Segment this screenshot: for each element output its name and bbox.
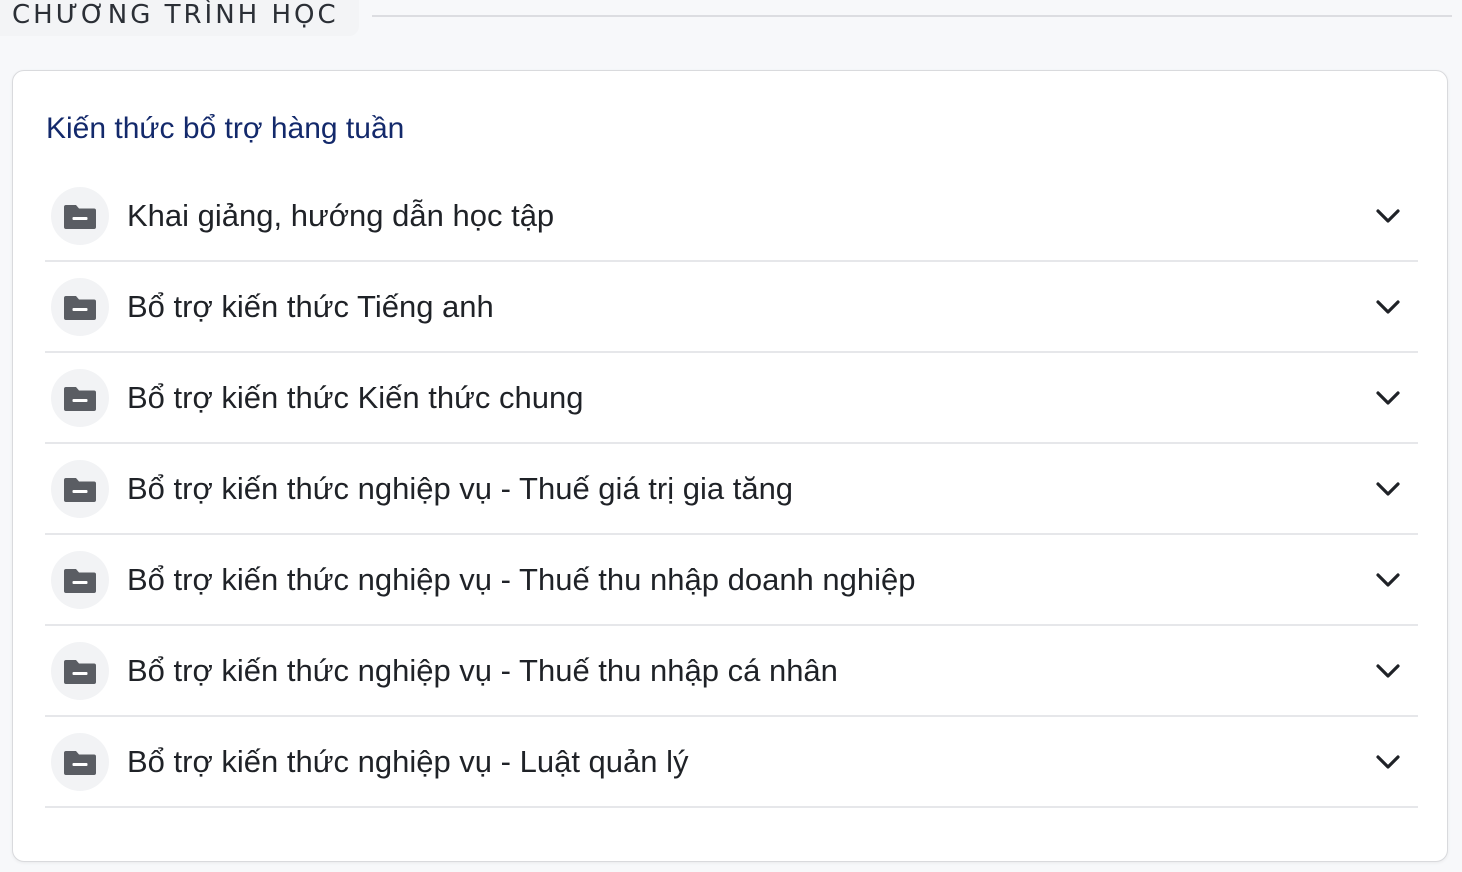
accordion-item-label: Bổ trợ kiến thức nghiệp vụ - Luật quản l… [127,743,689,779]
section-title-wrap: CHƯƠNG TRÌNH HỌC [0,0,359,36]
accordion-item-luat-quan-ly[interactable]: Bổ trợ kiến thức nghiệp vụ - Luật quản l… [45,717,1418,808]
accordion-list: Khai giảng, hướng dẫn học tập Bổ trợ kiế… [45,172,1418,808]
folder-minus-icon [51,550,109,609]
accordion-item-kien-thuc-chung[interactable]: Bổ trợ kiến thức Kiến thức chung [45,353,1418,444]
section-title: CHƯƠNG TRÌNH HỌC [12,0,339,30]
folder-minus-icon [51,732,109,791]
accordion-item-label: Bổ trợ kiến thức nghiệp vụ - Thuế thu nh… [127,652,838,688]
folder-minus-icon [51,187,109,245]
accordion-item-thue-gtgt[interactable]: Bổ trợ kiến thức nghiệp vụ - Thuế giá tr… [45,444,1418,535]
chevron-down-icon[interactable] [1374,657,1402,685]
chevron-down-icon[interactable] [1374,293,1402,321]
section-header: CHƯƠNG TRÌNH HỌC [0,0,1452,36]
course-card: Kiến thức bổ trợ hàng tuần Khai giảng, h… [12,70,1448,862]
accordion-item-tieng-anh[interactable]: Bổ trợ kiến thức Tiếng anh [45,262,1418,353]
folder-minus-icon [51,277,109,336]
chevron-down-icon[interactable] [1374,475,1402,503]
accordion-item-label: Bổ trợ kiến thức nghiệp vụ - Thuế thu nh… [127,561,916,597]
accordion-item-thue-tncn[interactable]: Bổ trợ kiến thức nghiệp vụ - Thuế thu nh… [45,626,1418,717]
accordion-item-label: Bổ trợ kiến thức nghiệp vụ - Thuế giá tr… [127,470,794,506]
chevron-down-icon[interactable] [1374,202,1402,230]
accordion-item-label: Bổ trợ kiến thức Tiếng anh [127,288,494,324]
accordion-item-label: Bổ trợ kiến thức Kiến thức chung [127,379,584,415]
folder-minus-icon [51,368,109,427]
chevron-down-icon[interactable] [1374,566,1402,594]
folder-minus-icon [51,641,109,700]
section-divider [372,15,1452,17]
chevron-down-icon[interactable] [1374,748,1402,776]
card-title: Kiến thức bổ trợ hàng tuần [46,112,405,145]
chevron-down-icon[interactable] [1374,384,1402,412]
folder-minus-icon [51,459,109,518]
accordion-item-label: Khai giảng, hướng dẫn học tập [127,198,555,233]
accordion-item-thue-tndn[interactable]: Bổ trợ kiến thức nghiệp vụ - Thuế thu nh… [45,535,1418,626]
accordion-item-khai-giang[interactable]: Khai giảng, hướng dẫn học tập [45,172,1418,262]
